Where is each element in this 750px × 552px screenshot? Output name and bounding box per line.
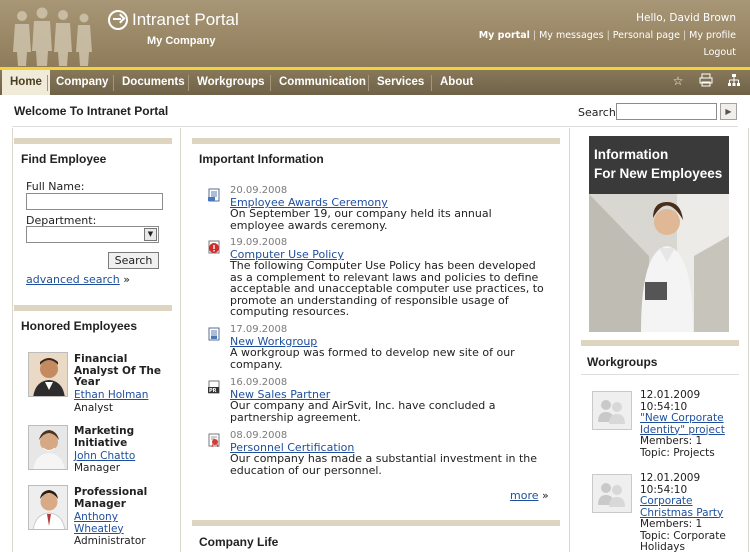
workgroup-name-link[interactable]: Corporate Christmas Party <box>640 495 736 519</box>
employee-name-link[interactable]: John Chatto <box>74 450 170 463</box>
employee-role: Administrator <box>74 535 146 547</box>
workgroup-avatar-icon <box>592 474 632 513</box>
personal-page-link[interactable]: Personal page <box>613 30 680 41</box>
column-border <box>748 128 749 552</box>
news-date: 16.09.2008 <box>230 377 288 388</box>
workgroup-avatar-icon <box>592 391 632 430</box>
nav-item-workgroups[interactable]: Workgroups <box>189 70 273 95</box>
banner-text: Information For New Employees <box>594 145 728 183</box>
workgroup-info: 12.01.2009 10:54:10 Corporate Christmas … <box>640 472 736 552</box>
my-portal-link[interactable]: My portal <box>479 30 530 41</box>
user-greeting: Hello, David Brown <box>636 12 736 24</box>
nav-item-communication[interactable]: Communication <box>271 70 374 95</box>
award-title: Marketing Initiative <box>74 425 135 449</box>
more-row: more » <box>510 489 549 502</box>
full-name-input[interactable] <box>26 193 163 210</box>
column-border <box>12 128 13 552</box>
page-title: Welcome To Intranet Portal <box>14 104 169 118</box>
my-messages-link[interactable]: My messages <box>539 30 603 41</box>
news-text: The following Computer Use Policy has be… <box>230 259 544 318</box>
department-select[interactable]: ▼ <box>26 226 159 243</box>
more-link[interactable]: more <box>510 489 539 502</box>
column-border <box>180 128 181 552</box>
sitemap-icon[interactable] <box>726 73 742 89</box>
workgroup-topic: Topic: Projects <box>640 446 715 459</box>
workgroups-title: Workgroups <box>587 355 658 369</box>
document-icon <box>208 327 220 341</box>
employee-photo <box>28 485 68 530</box>
nav-item-home[interactable]: Home <box>2 70 50 95</box>
star-icon[interactable]: ☆ <box>670 73 686 89</box>
nav-item-about[interactable]: About <box>432 70 481 95</box>
employee-photo <box>28 352 68 397</box>
honored-employees-title: Honored Employees <box>21 319 138 333</box>
find-employee-title: Find Employee <box>21 152 107 166</box>
column-border <box>569 128 570 552</box>
employee-role: Analyst <box>74 402 113 414</box>
workgroup-name-link[interactable]: "New Corporate Identity" project <box>640 412 736 436</box>
news-date: 19.09.2008 <box>230 237 288 248</box>
workgroup-topic: Topic: Corporate Holidays <box>640 529 726 552</box>
banner-line1: Information <box>594 147 669 162</box>
important-information-title: Important Information <box>199 152 324 166</box>
nav-item-services[interactable]: Services <box>369 70 432 95</box>
people-silhouette-logo <box>13 7 92 66</box>
arrow-circle-logo-icon <box>108 10 128 30</box>
nav-item-documents[interactable]: Documents <box>114 70 193 95</box>
print-icon[interactable] <box>698 73 714 89</box>
employee-name-link[interactable]: Anthony Wheatley <box>74 511 170 535</box>
section-band <box>14 305 172 311</box>
certificate-icon <box>208 433 220 447</box>
award-title: Financial Analyst Of The Year <box>74 353 161 388</box>
news-text: Our company and AirSvit, Inc. have concl… <box>230 399 496 424</box>
news-text: Our company has made a substantial inves… <box>230 452 538 477</box>
more-arrow: » <box>542 489 549 502</box>
company-life-title: Company Life <box>199 535 279 549</box>
news-text: On September 19, our company held its an… <box>230 207 492 232</box>
my-profile-link[interactable]: My profile <box>689 30 736 41</box>
employee-name-link[interactable]: Ethan Holman <box>74 389 170 402</box>
award-title: Professional Manager <box>74 486 148 510</box>
advanced-search-arrow: » <box>123 273 131 286</box>
workgroup-date: 12.01.2009 <box>640 389 701 401</box>
section-band <box>581 340 739 346</box>
employee-photo <box>28 425 68 470</box>
logout-link[interactable]: Logout <box>703 47 736 58</box>
section-band <box>192 138 560 144</box>
employee-role: Manager <box>74 462 121 474</box>
news-date: 08.09.2008 <box>230 430 288 441</box>
workgroup-info: 12.01.2009 10:54:10 "New Corporate Ident… <box>640 389 736 459</box>
full-name-label: Full Name: <box>26 180 85 193</box>
pr-icon: PR <box>208 380 220 394</box>
alert-icon <box>208 240 220 254</box>
svg-text:PR: PR <box>209 388 217 394</box>
workgroup-members: Members: 1 <box>640 518 703 530</box>
document-icon <box>208 188 220 202</box>
company-name: My Company <box>147 35 216 47</box>
main-nav: Home Company Documents Workgroups Commun… <box>0 67 750 95</box>
title-divider <box>12 126 738 127</box>
nav-item-company[interactable]: Company <box>48 70 116 95</box>
advanced-search-row: advanced search » <box>26 273 130 286</box>
search-label: Search <box>578 106 616 119</box>
section-band <box>14 138 172 144</box>
user-links: My portal | My messages | Personal page | My p… <box>478 30 736 41</box>
news-date: 17.09.2008 <box>230 324 288 335</box>
workgroups-divider <box>581 374 739 375</box>
new-employees-banner[interactable]: Information For New Employees <box>589 136 729 332</box>
workgroup-date: 12.01.2009 <box>640 472 701 484</box>
header: Intranet Portal My Company Hello, David … <box>0 0 750 67</box>
news-date: 20.09.2008 <box>230 185 288 196</box>
find-employee-search-button[interactable]: Search <box>108 252 159 269</box>
search-go-button[interactable]: ▶ <box>720 103 737 120</box>
advanced-search-link[interactable]: advanced search <box>26 273 120 286</box>
portal-title: Intranet Portal <box>132 10 239 29</box>
banner-line2: For New Employees <box>594 166 723 181</box>
section-band <box>192 520 560 526</box>
news-text: A workgroup was formed to develop new si… <box>230 346 515 371</box>
workgroup-members: Members: 1 <box>640 435 703 447</box>
search-input[interactable] <box>616 103 717 120</box>
chevron-down-icon[interactable]: ▼ <box>144 228 157 241</box>
